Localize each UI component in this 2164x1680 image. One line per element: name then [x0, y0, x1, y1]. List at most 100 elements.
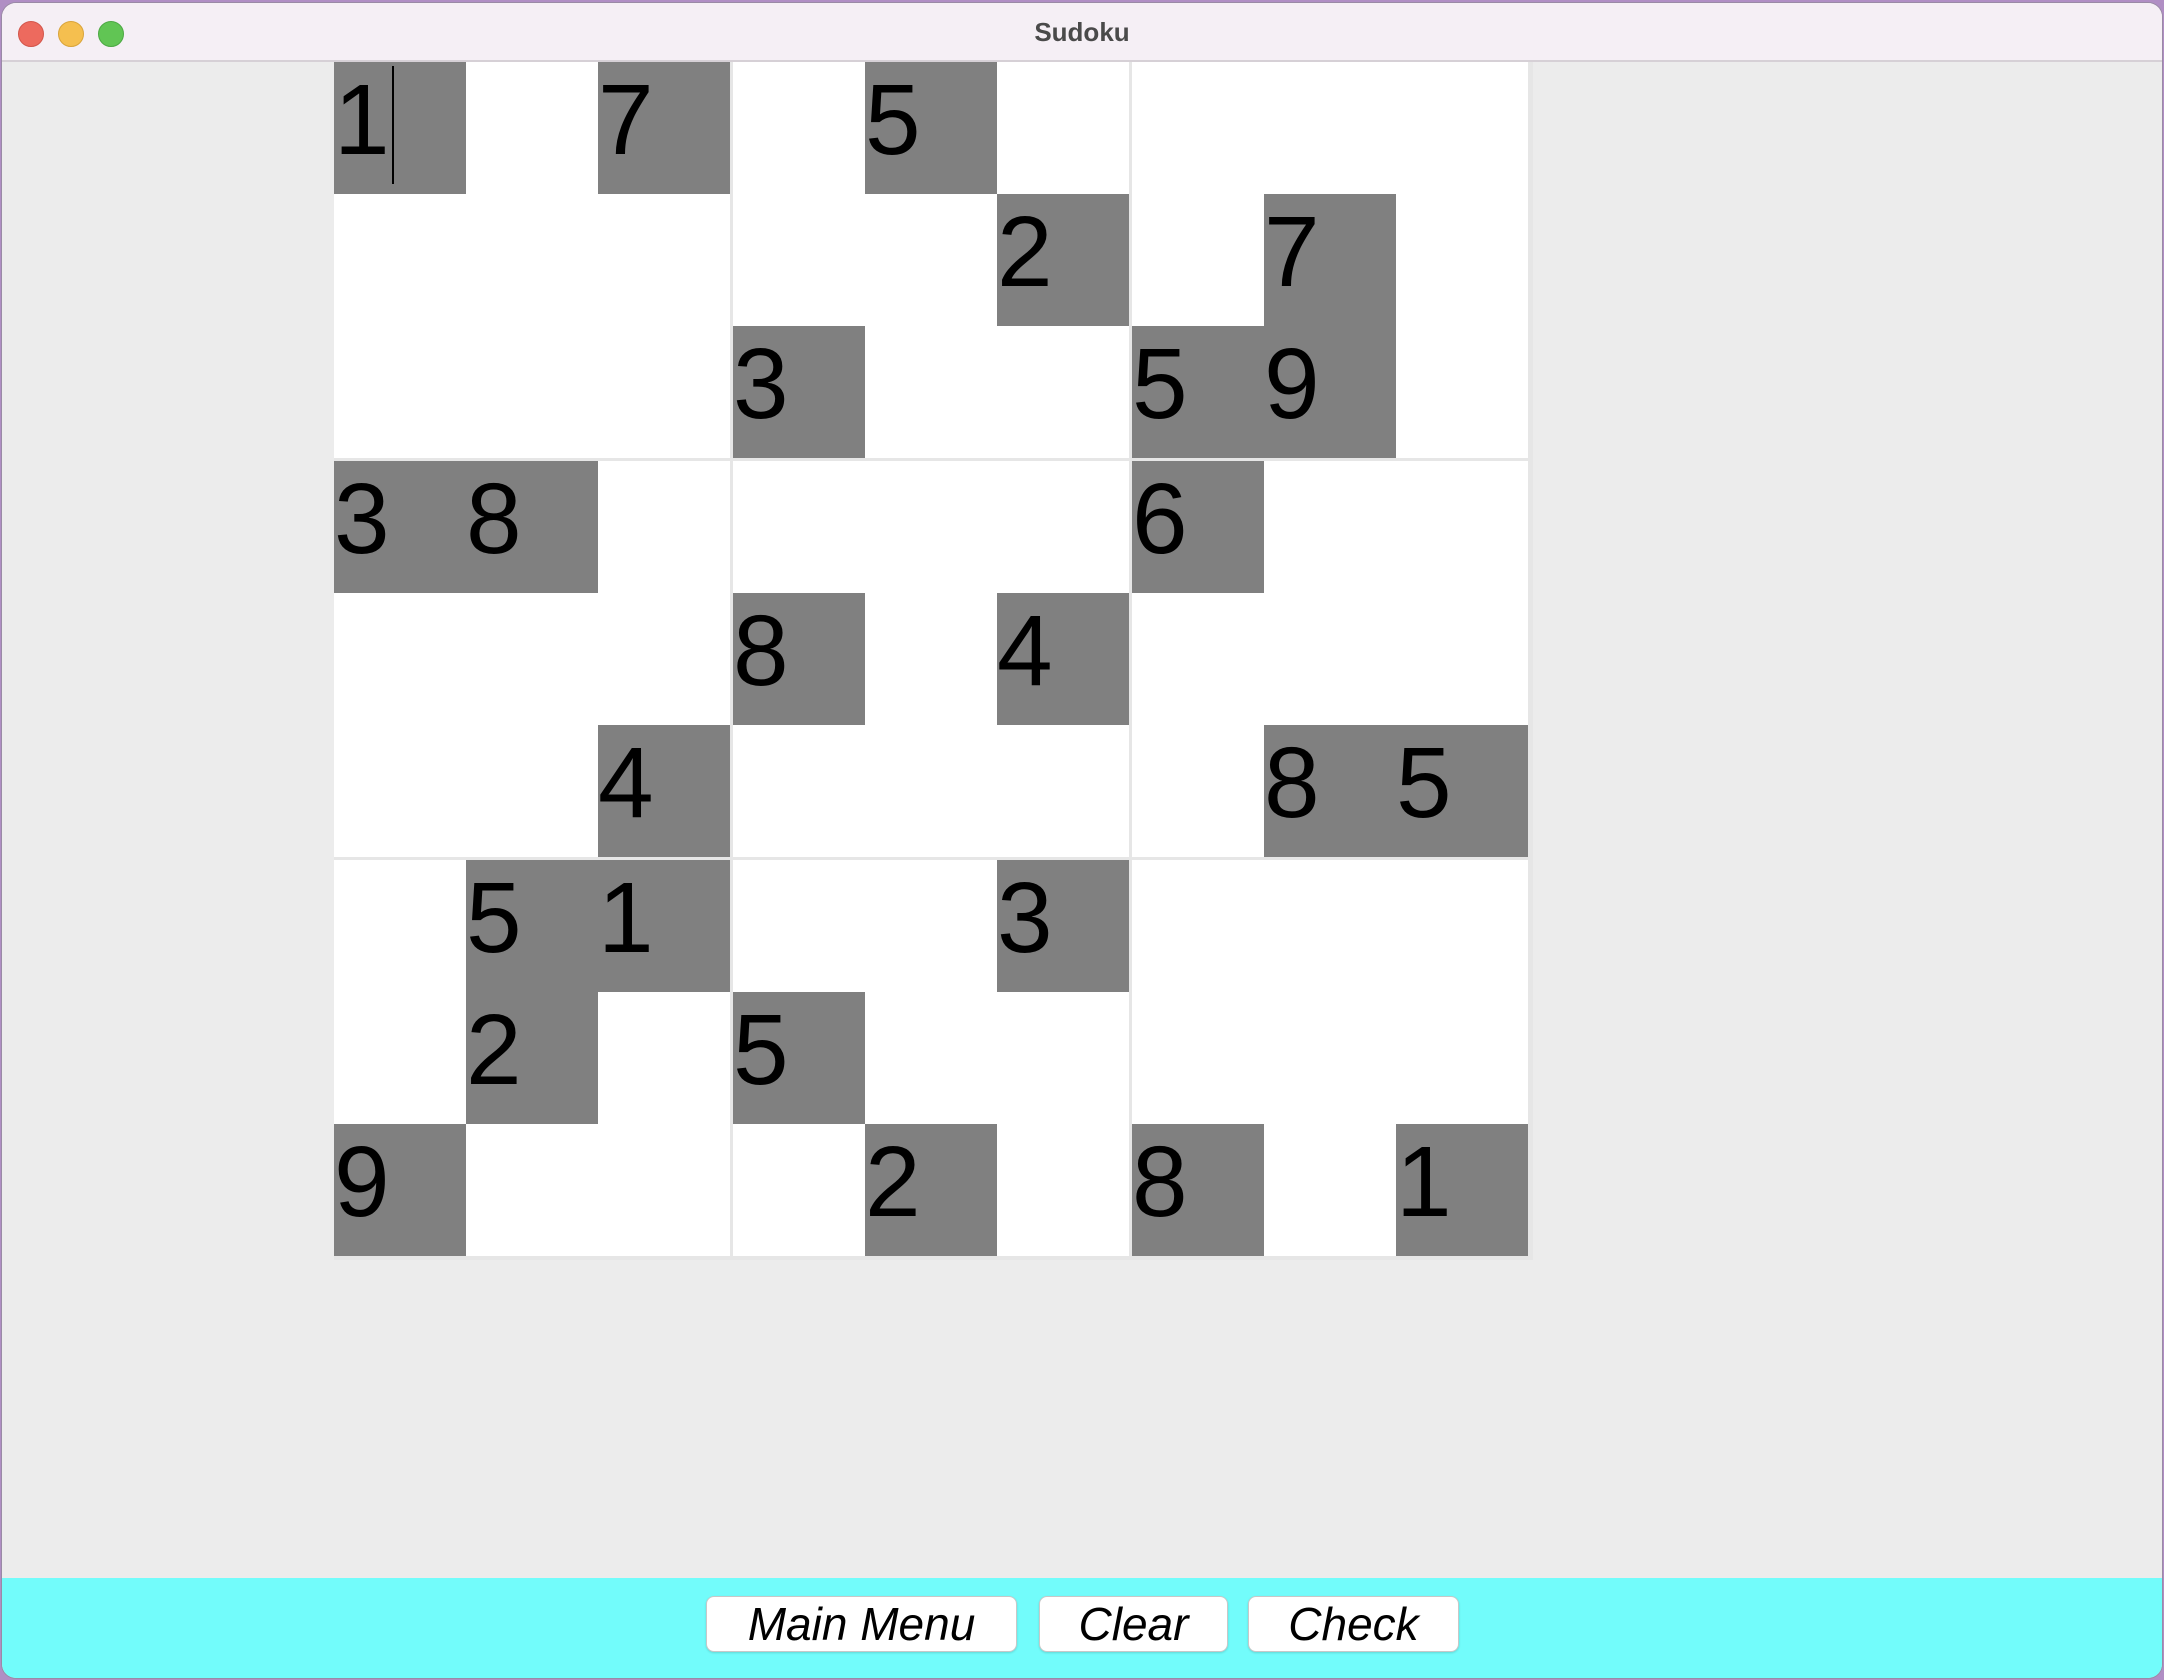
sudoku-cell-r8-c3[interactable]: [598, 992, 730, 1124]
cell-value: 9: [334, 1126, 390, 1238]
text-caret: [392, 66, 394, 184]
cell-value: 4: [997, 595, 1053, 707]
sudoku-cell-r9-c2[interactable]: [466, 1124, 598, 1256]
sudoku-cell-r1-c8[interactable]: [1264, 62, 1396, 194]
sudoku-cell-r4-c8[interactable]: [1264, 461, 1396, 593]
sudoku-cell-r6-c8[interactable]: 8: [1264, 725, 1396, 857]
sudoku-cell-r7-c6[interactable]: 3: [997, 860, 1129, 992]
sudoku-cell-r6-c9[interactable]: 5: [1396, 725, 1528, 857]
sudoku-cell-r9-c1[interactable]: 9: [334, 1124, 466, 1256]
sudoku-cell-r1-c2[interactable]: [466, 62, 598, 194]
sudoku-cell-r1-c4[interactable]: [733, 62, 865, 194]
sudoku-cell-r5-c9[interactable]: [1396, 593, 1528, 725]
sudoku-cell-r2-c8[interactable]: 7: [1264, 194, 1396, 326]
sudoku-cell-r9-c8[interactable]: [1264, 1124, 1396, 1256]
bottom-toolbar: Main Menu Clear Check: [2, 1578, 2162, 1678]
sudoku-cell-r8-c4[interactable]: 5: [733, 992, 865, 1124]
sudoku-cell-r7-c8[interactable]: [1264, 860, 1396, 992]
sudoku-cell-r6-c3[interactable]: 4: [598, 725, 730, 857]
sudoku-cell-r8-c7[interactable]: [1132, 992, 1264, 1124]
cell-value: 5: [733, 994, 789, 1106]
check-button[interactable]: Check: [1248, 1596, 1459, 1652]
sudoku-cell-r4-c5[interactable]: [865, 461, 997, 593]
sudoku-cell-r5-c1[interactable]: [334, 593, 466, 725]
sudoku-cell-r4-c9[interactable]: [1396, 461, 1528, 593]
sudoku-cell-r4-c3[interactable]: [598, 461, 730, 593]
sudoku-cell-r6-c2[interactable]: [466, 725, 598, 857]
sudoku-cell-r2-c5[interactable]: [865, 194, 997, 326]
cell-value: 1: [598, 862, 654, 974]
sudoku-cell-r5-c3[interactable]: [598, 593, 730, 725]
sudoku-cell-r6-c4[interactable]: [733, 725, 865, 857]
sudoku-cell-r7-c2[interactable]: 5: [466, 860, 598, 992]
cell-value: 5: [466, 862, 522, 974]
cell-value: 3: [733, 328, 789, 440]
cell-value: 2: [997, 196, 1053, 308]
sudoku-cell-r1-c1[interactable]: 1: [334, 62, 466, 194]
sudoku-cell-r7-c9[interactable]: [1396, 860, 1528, 992]
sudoku-cell-r3-c5[interactable]: [865, 326, 997, 458]
sudoku-cell-r2-c4[interactable]: [733, 194, 865, 326]
sudoku-cell-r9-c4[interactable]: [733, 1124, 865, 1256]
main-menu-button[interactable]: Main Menu: [706, 1596, 1017, 1652]
sudoku-cell-r3-c8[interactable]: 9: [1264, 326, 1396, 458]
cell-value: 5: [1396, 727, 1452, 839]
sudoku-cell-r4-c1[interactable]: 3: [334, 461, 466, 593]
cell-value: 9: [1264, 328, 1320, 440]
sudoku-cell-r5-c4[interactable]: 8: [733, 593, 865, 725]
sudoku-cell-r9-c7[interactable]: 8: [1132, 1124, 1264, 1256]
sudoku-cell-r2-c1[interactable]: [334, 194, 466, 326]
sudoku-cell-r8-c8[interactable]: [1264, 992, 1396, 1124]
sudoku-cell-r7-c3[interactable]: 1: [598, 860, 730, 992]
sudoku-cell-r8-c1[interactable]: [334, 992, 466, 1124]
sudoku-cell-r6-c7[interactable]: [1132, 725, 1264, 857]
sudoku-cell-r3-c6[interactable]: [997, 326, 1129, 458]
sudoku-cell-r5-c6[interactable]: 4: [997, 593, 1129, 725]
sudoku-cell-r1-c6[interactable]: [997, 62, 1129, 194]
sudoku-cell-r6-c6[interactable]: [997, 725, 1129, 857]
sudoku-cell-r6-c1[interactable]: [334, 725, 466, 857]
sudoku-cell-r3-c4[interactable]: 3: [733, 326, 865, 458]
sudoku-cell-r3-c7[interactable]: 5: [1132, 326, 1264, 458]
clear-button[interactable]: Clear: [1039, 1596, 1228, 1652]
cell-value: 6: [1132, 463, 1188, 575]
sudoku-cell-r2-c6[interactable]: 2: [997, 194, 1129, 326]
sudoku-cell-r3-c3[interactable]: [598, 326, 730, 458]
sudoku-cell-r2-c7[interactable]: [1132, 194, 1264, 326]
sudoku-cell-r4-c2[interactable]: 8: [466, 461, 598, 593]
sudoku-cell-r1-c3[interactable]: 7: [598, 62, 730, 194]
sudoku-cell-r6-c5[interactable]: [865, 725, 997, 857]
sudoku-cell-r8-c6[interactable]: [997, 992, 1129, 1124]
sudoku-cell-r9-c3[interactable]: [598, 1124, 730, 1256]
sudoku-cell-r5-c2[interactable]: [466, 593, 598, 725]
sudoku-cell-r7-c5[interactable]: [865, 860, 997, 992]
sudoku-cell-r2-c9[interactable]: [1396, 194, 1528, 326]
sudoku-cell-r3-c2[interactable]: [466, 326, 598, 458]
sudoku-cell-r8-c5[interactable]: [865, 992, 997, 1124]
sudoku-cell-r2-c3[interactable]: [598, 194, 730, 326]
title-bar: Sudoku: [2, 3, 2162, 62]
sudoku-cell-r4-c7[interactable]: 6: [1132, 461, 1264, 593]
sudoku-cell-r4-c4[interactable]: [733, 461, 865, 593]
cell-value: 1: [1396, 1126, 1452, 1238]
cell-value: 8: [1264, 727, 1320, 839]
sudoku-cell-r2-c2[interactable]: [466, 194, 598, 326]
sudoku-cell-r8-c2[interactable]: 2: [466, 992, 598, 1124]
sudoku-cell-r5-c5[interactable]: [865, 593, 997, 725]
sudoku-cell-r5-c7[interactable]: [1132, 593, 1264, 725]
sudoku-cell-r1-c9[interactable]: [1396, 62, 1528, 194]
sudoku-cell-r9-c5[interactable]: 2: [865, 1124, 997, 1256]
sudoku-cell-r7-c1[interactable]: [334, 860, 466, 992]
sudoku-cell-r8-c9[interactable]: [1396, 992, 1528, 1124]
sudoku-cell-r7-c7[interactable]: [1132, 860, 1264, 992]
sudoku-cell-r1-c7[interactable]: [1132, 62, 1264, 194]
sudoku-cell-r9-c6[interactable]: [997, 1124, 1129, 1256]
sudoku-cell-r1-c5[interactable]: 5: [865, 62, 997, 194]
sudoku-cell-r4-c6[interactable]: [997, 461, 1129, 593]
cell-value: 3: [334, 463, 390, 575]
sudoku-cell-r9-c9[interactable]: 1: [1396, 1124, 1528, 1256]
sudoku-cell-r3-c9[interactable]: [1396, 326, 1528, 458]
sudoku-cell-r3-c1[interactable]: [334, 326, 466, 458]
sudoku-cell-r7-c4[interactable]: [733, 860, 865, 992]
sudoku-cell-r5-c8[interactable]: [1264, 593, 1396, 725]
